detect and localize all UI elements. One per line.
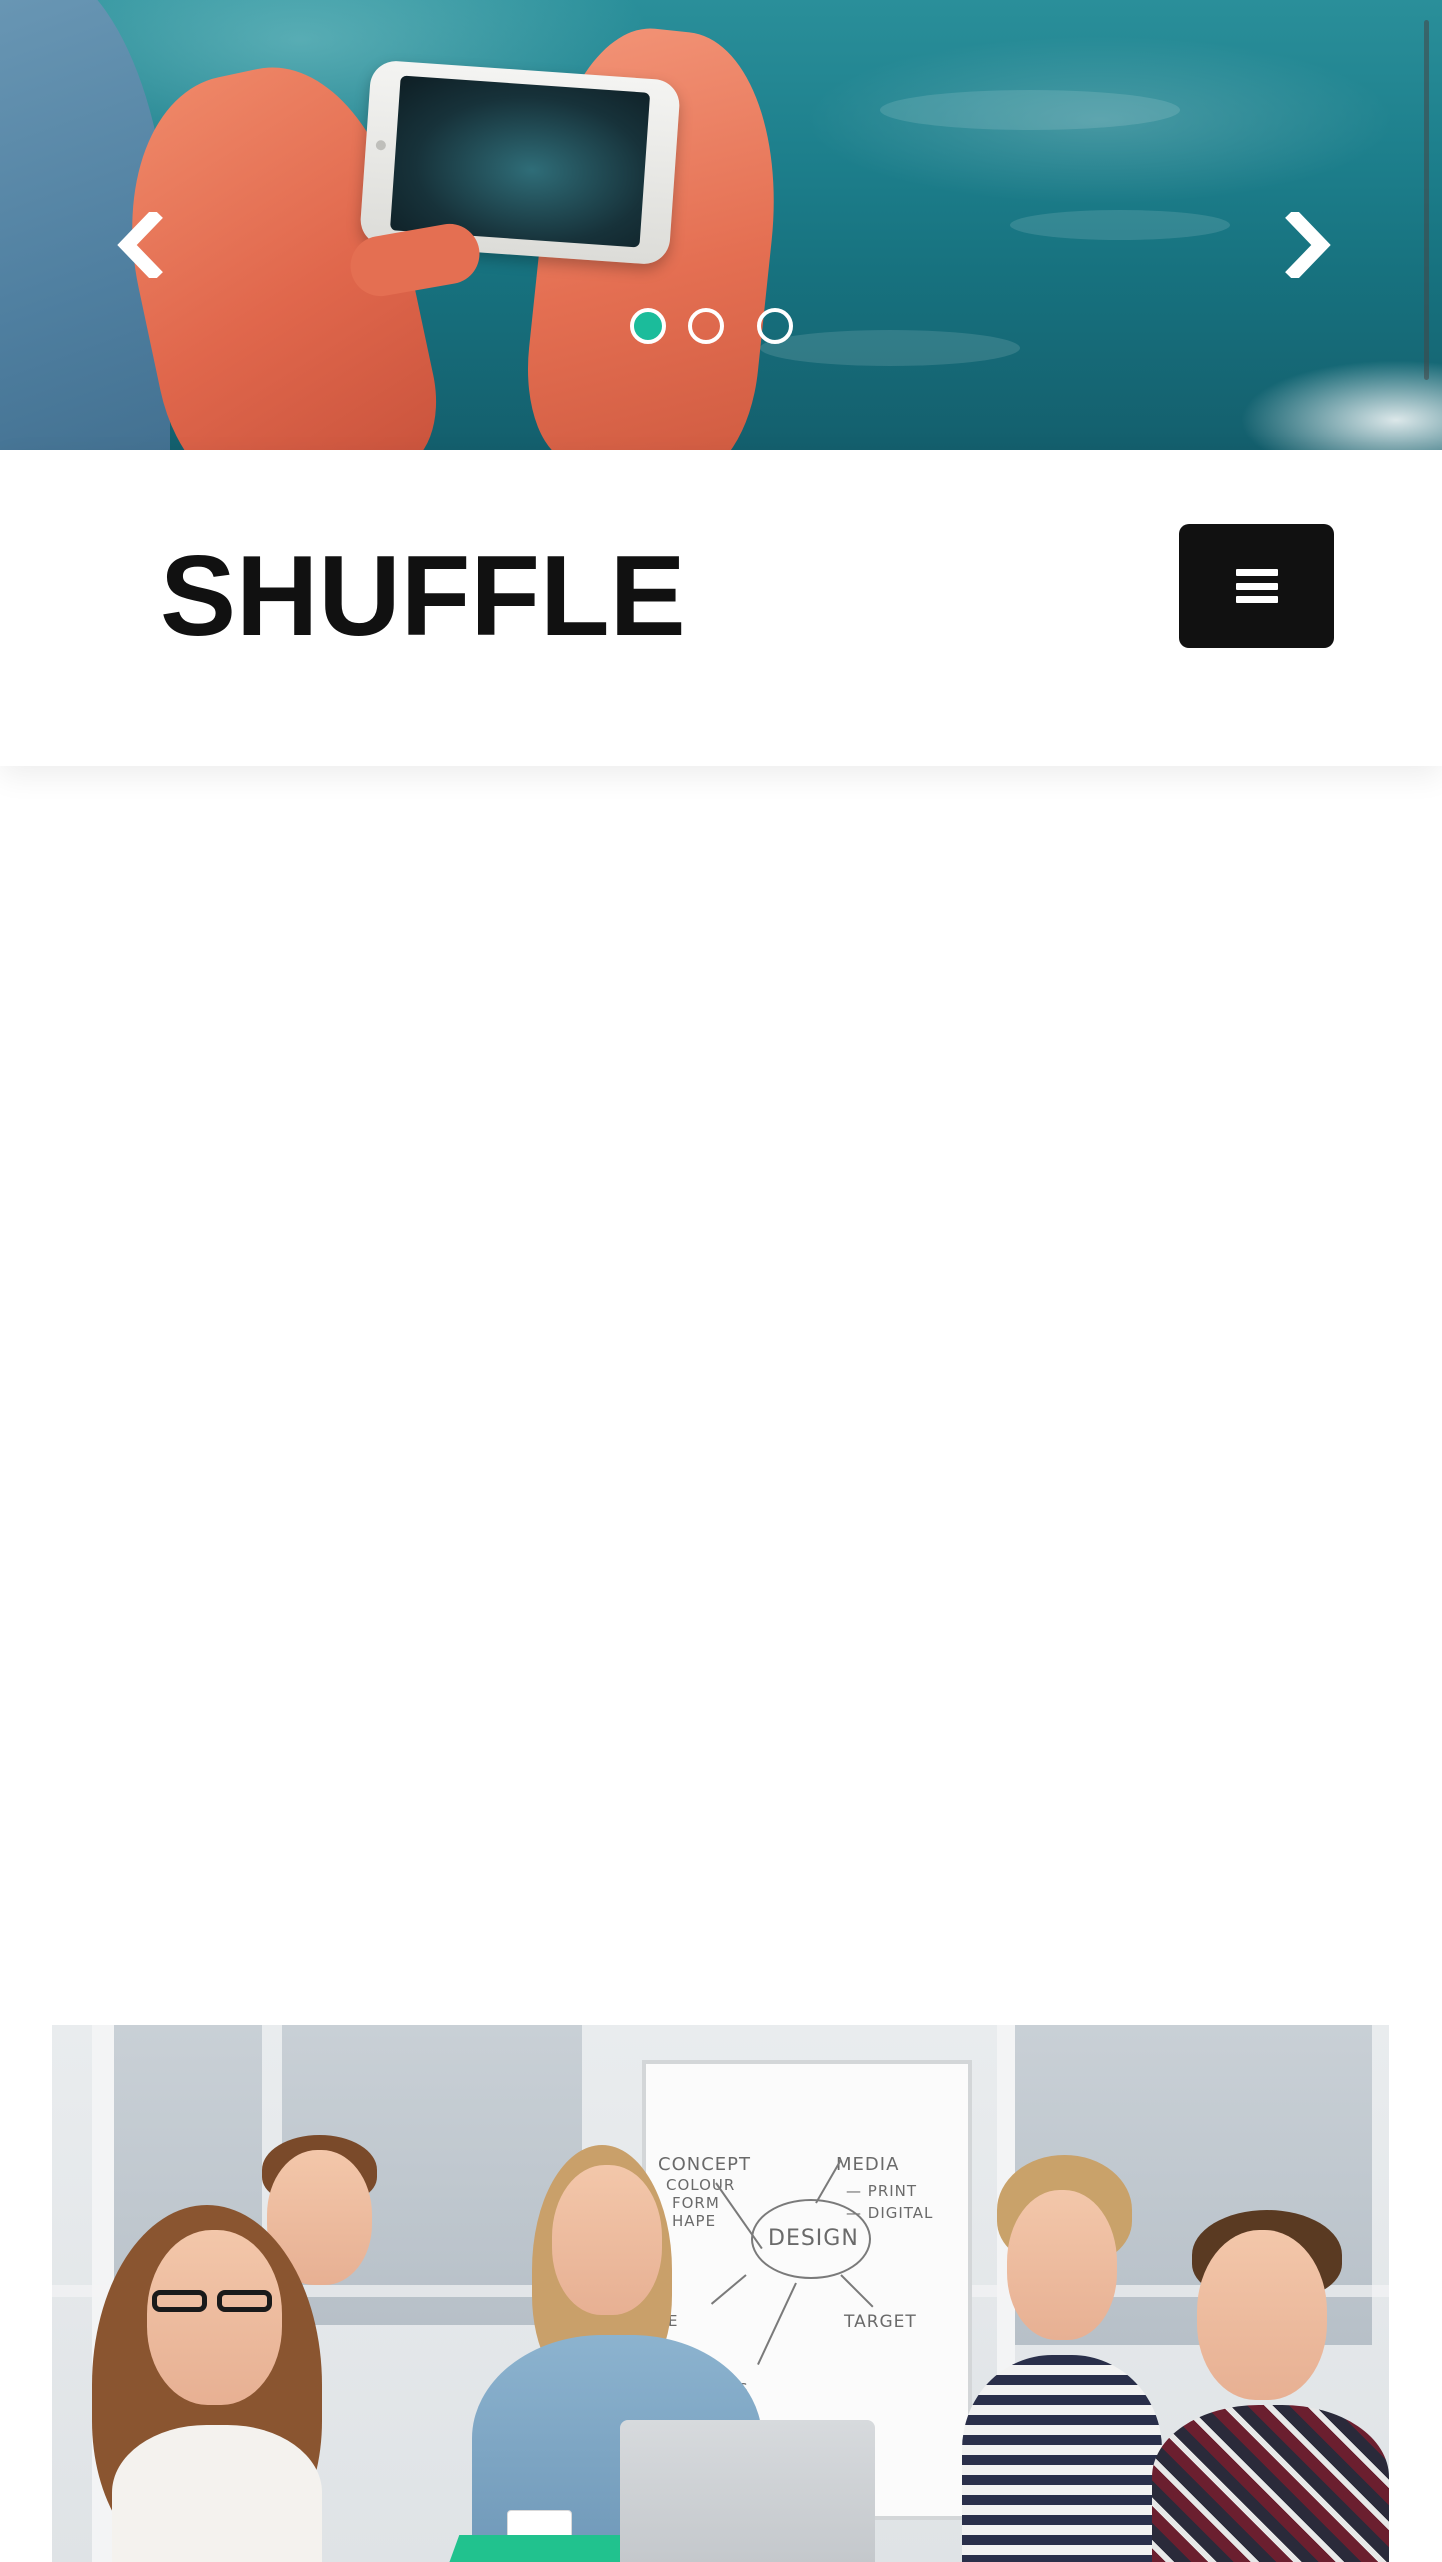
glasses <box>152 2290 207 2312</box>
face <box>552 2165 662 2315</box>
board-sketch <box>715 2182 763 2250</box>
water-highlight <box>760 330 1020 366</box>
board-sketch <box>757 2282 797 2365</box>
board-sketch <box>815 2159 842 2204</box>
board-text: DESIGN <box>768 2226 859 2251</box>
board-text: TARGET <box>844 2312 917 2332</box>
board-text: — PRINT <box>846 2182 918 2200</box>
menu-toggle-button[interactable] <box>1179 524 1334 648</box>
site-header: SHUFFLE <box>0 450 1442 766</box>
slider-dot-1[interactable] <box>630 308 666 344</box>
hero-slider <box>0 0 1442 450</box>
board-text: COLOUR <box>666 2176 736 2194</box>
board-text: HAPE <box>672 2212 717 2230</box>
chevron-left-icon <box>117 212 163 278</box>
board-sketch <box>710 2274 747 2305</box>
team-photo: CONCEPT COLOUR FORM HAPE MEDIA — PRINT —… <box>52 2025 1389 2562</box>
laptop <box>620 2420 875 2562</box>
slider-dot-2[interactable] <box>688 308 724 344</box>
slider-dot-3[interactable] <box>757 308 793 344</box>
shirt <box>962 2355 1162 2562</box>
face <box>147 2230 282 2405</box>
phone-button <box>375 139 387 151</box>
brand-logo[interactable]: SHUFFLE <box>160 540 686 654</box>
shirt <box>112 2425 322 2562</box>
water-highlight <box>1010 210 1230 240</box>
face <box>1007 2190 1117 2340</box>
wave-foam <box>1240 360 1442 450</box>
phone-screen <box>389 75 651 248</box>
board-sketch <box>840 2274 874 2308</box>
board-text: FORM <box>672 2194 720 2212</box>
hamburger-menu-icon <box>1235 569 1278 603</box>
face <box>1197 2230 1327 2400</box>
board-text: CONCEPT <box>658 2154 751 2175</box>
slider-next-button[interactable] <box>1278 210 1338 280</box>
glasses <box>217 2290 272 2312</box>
scrollbar[interactable] <box>1424 20 1429 380</box>
shirt <box>1152 2405 1389 2562</box>
water-highlight <box>880 90 1180 130</box>
board-text: MEDIA <box>836 2154 900 2175</box>
slider-prev-button[interactable] <box>110 210 170 280</box>
chevron-right-icon <box>1285 212 1331 278</box>
